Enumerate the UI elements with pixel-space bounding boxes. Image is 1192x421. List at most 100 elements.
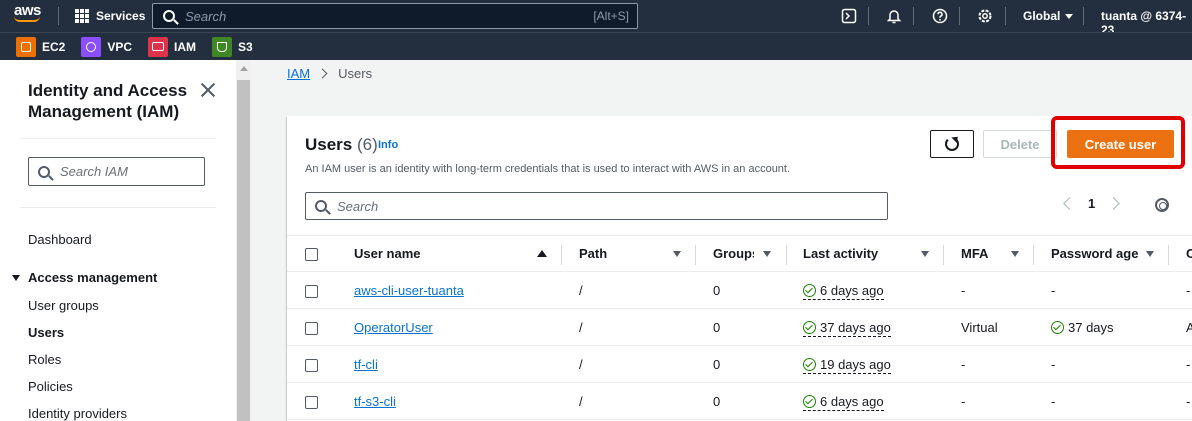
sort-icon[interactable] <box>1146 251 1154 257</box>
settings-icon[interactable] <box>977 8 993 24</box>
breadcrumb-iam-link[interactable]: IAM <box>287 66 310 81</box>
last-activity-text: 19 days ago <box>820 357 891 372</box>
row-checkbox[interactable] <box>305 359 318 372</box>
table-preferences-icon[interactable] <box>1155 198 1169 212</box>
mfa-cell: - <box>961 357 966 372</box>
sort-icon[interactable] <box>763 251 771 257</box>
column-divider <box>1033 245 1034 265</box>
cloudshell-icon[interactable] <box>841 8 857 24</box>
refresh-button[interactable] <box>930 130 974 158</box>
services-menu-button[interactable]: Services <box>75 6 145 26</box>
column-header-path[interactable]: Path <box>579 246 607 261</box>
sidebar-item-roles[interactable]: Roles <box>28 352 61 367</box>
favorite-label: S3 <box>238 39 253 54</box>
page-number[interactable]: 1 <box>1088 196 1095 211</box>
favorite-iam[interactable]: IAM <box>148 36 196 57</box>
favorite-label: EC2 <box>42 39 66 54</box>
user-name-link[interactable]: tf-s3-cli <box>354 394 396 409</box>
nav-divider <box>58 7 59 25</box>
table-row[interactable]: tf-s3-cli / 0 6 days ago - - - <box>287 383 1192 420</box>
favorite-s3[interactable]: S3 <box>212 36 253 57</box>
notifications-icon[interactable] <box>886 8 902 24</box>
sort-ascending-icon[interactable] <box>537 250 547 257</box>
last-activity-cell[interactable]: 19 days ago <box>803 357 891 374</box>
check-circle-icon <box>803 284 816 297</box>
mfa-cell: - <box>961 394 966 409</box>
sidebar-item-dashboard[interactable]: Dashboard <box>28 232 92 247</box>
sidebar-item-user-groups[interactable]: User groups <box>28 298 99 313</box>
scroll-up-arrow-icon[interactable] <box>240 66 248 71</box>
sidebar-title: Identity and Access Management (IAM) <box>28 81 188 121</box>
password-age-cell: 37 days <box>1051 320 1114 337</box>
user-name-link[interactable]: tf-cli <box>354 357 378 372</box>
ec2-icon <box>16 36 36 57</box>
sidebar-search-input[interactable]: Search IAM <box>28 157 205 186</box>
region-selector[interactable]: Global <box>1023 9 1074 23</box>
create-user-highlight-annotation <box>1051 116 1185 169</box>
path-cell: / <box>579 283 583 298</box>
path-cell: / <box>579 394 583 409</box>
column-divider <box>561 245 562 265</box>
column-header-mfa[interactable]: MFA <box>961 246 988 261</box>
groups-cell: 0 <box>713 394 721 409</box>
previous-page-icon[interactable] <box>1063 197 1076 210</box>
row-checkbox[interactable] <box>305 285 318 298</box>
close-icon[interactable] <box>200 82 216 98</box>
help-icon[interactable] <box>932 8 948 24</box>
column-header-password-age[interactable]: Password age <box>1051 246 1138 261</box>
sidebar-scrollbar[interactable] <box>236 60 251 421</box>
last-activity-cell[interactable]: 6 days ago <box>803 394 884 411</box>
sidebar-search-placeholder: Search IAM <box>60 164 128 179</box>
nav-divider <box>1083 7 1084 25</box>
row-checkbox[interactable] <box>305 396 318 409</box>
user-count: (6) <box>357 135 378 154</box>
extra-cell: - <box>1186 357 1191 372</box>
last-activity-cell[interactable]: 37 days ago <box>803 320 891 337</box>
path-cell: / <box>579 320 583 335</box>
favorite-vpc[interactable]: VPC <box>81 36 133 57</box>
check-circle-icon <box>803 321 816 334</box>
pagination: 1 <box>1063 196 1121 211</box>
column-header-groups[interactable]: Groups <box>713 246 754 261</box>
aws-logo[interactable]: aws <box>14 2 46 28</box>
delete-button[interactable]: Delete <box>983 130 1057 158</box>
sidebar-item-policies[interactable]: Policies <box>28 379 73 394</box>
groups-cell: 0 <box>713 283 721 298</box>
sort-icon[interactable] <box>1011 251 1019 257</box>
global-search-input[interactable]: Search [Alt+S] <box>152 3 638 29</box>
table-row[interactable]: OperatorUser / 0 37 days ago Virtual 37 … <box>287 309 1192 346</box>
sort-icon[interactable] <box>673 251 681 257</box>
select-all-checkbox[interactable] <box>305 248 318 261</box>
sidebar-item-users[interactable]: Users <box>28 325 64 340</box>
last-activity-cell[interactable]: 6 days ago <box>803 283 884 300</box>
sort-icon[interactable] <box>921 251 929 257</box>
column-header-last-activity[interactable]: Last activity <box>803 246 878 261</box>
section-label: Access management <box>28 270 158 285</box>
table-row[interactable]: tf-cli / 0 19 days ago - - - <box>287 346 1192 383</box>
s3-icon <box>212 36 233 57</box>
sidebar-item-identity-providers[interactable]: Identity providers <box>28 406 127 421</box>
users-search-input[interactable]: Search <box>305 192 888 220</box>
favorite-label: VPC <box>107 39 133 54</box>
next-page-icon[interactable] <box>1107 197 1121 210</box>
region-label: Global <box>1023 9 1061 23</box>
favorites-bar: EC2 VPC IAM S3 <box>0 32 1192 60</box>
column-header-user-name[interactable]: User name <box>354 246 420 261</box>
table-row[interactable]: aws-cli-user-tuanta / 0 6 days ago - - - <box>287 272 1192 309</box>
scrollbar-thumb[interactable] <box>237 80 250 421</box>
caret-down-icon <box>12 274 20 281</box>
password-age-cell: - <box>1051 357 1056 372</box>
panel-title: Users (6) <box>305 135 378 155</box>
mfa-cell: - <box>961 283 966 298</box>
password-age-text: 37 days <box>1068 320 1114 335</box>
nav-divider <box>1005 7 1006 25</box>
extra-cell: - <box>1186 394 1191 409</box>
favorite-ec2[interactable]: EC2 <box>16 36 66 57</box>
column-header-more[interactable]: C <box>1186 246 1192 261</box>
info-link[interactable]: Info <box>378 139 398 151</box>
aws-logo-text: aws <box>14 2 41 19</box>
row-checkbox[interactable] <box>305 322 318 335</box>
user-name-link[interactable]: OperatorUser <box>354 320 433 335</box>
user-name-link[interactable]: aws-cli-user-tuanta <box>354 283 464 298</box>
sidebar-section-access-management[interactable]: Access management <box>12 270 157 285</box>
